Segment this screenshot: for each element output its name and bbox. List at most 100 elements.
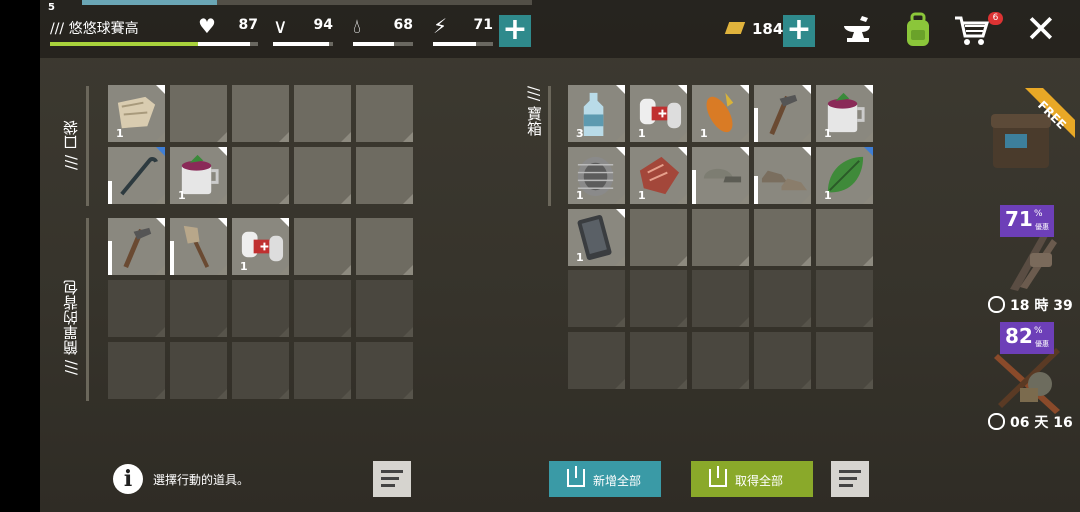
durability-bar: [692, 169, 696, 204]
slot-corner-marker: [156, 218, 165, 227]
chest-slot[interactable]: [754, 209, 811, 266]
add-energy-button[interactable]: +: [499, 15, 531, 47]
backpack-slot[interactable]: [356, 218, 413, 275]
action-hint: 選擇行動的道具。: [153, 473, 250, 487]
pocket-slot[interactable]: [294, 85, 351, 142]
chest-locked-slot: [754, 270, 811, 327]
chest-slot[interactable]: 1: [568, 209, 625, 266]
water-bar: [353, 42, 394, 46]
pocket-slot[interactable]: [232, 147, 289, 204]
shopping-cart-icon[interactable]: [952, 10, 992, 50]
player-name[interactable]: /// 悠悠球賽高: [50, 18, 139, 38]
health-bar: [198, 42, 251, 46]
durability-bar: [754, 175, 758, 204]
add-all-button[interactable]: 新增全部: [549, 461, 661, 497]
item-count: 1: [178, 189, 186, 202]
chest-locked-slot: [754, 332, 811, 389]
item-count: 1: [638, 127, 646, 140]
slot-corner-marker: [218, 147, 227, 156]
chest-slot[interactable]: 1: [692, 85, 749, 142]
chest-slot[interactable]: [692, 209, 749, 266]
item-count: 1: [240, 260, 248, 273]
pocket-slot[interactable]: [294, 147, 351, 204]
game-screen: 5 /// 悠悠球賽高 ♥ 87 ∨ 94 💧︎ 68 ⚡︎ 71 + 184 …: [40, 0, 1080, 512]
item-count: 1: [638, 189, 646, 202]
free-chest-offer[interactable]: [985, 88, 1075, 178]
chest-locked-slot: [630, 332, 687, 389]
chest-locked-slot: [568, 332, 625, 389]
energy-icon: ⚡︎: [433, 14, 448, 38]
backpack-slot[interactable]: [170, 218, 227, 275]
heart-icon: ♥: [198, 14, 216, 38]
player-level: 5: [48, 2, 55, 13]
backpack-locked-slot: [356, 280, 413, 337]
chest-locked-slot: [692, 332, 749, 389]
info-icon[interactable]: i: [113, 464, 143, 494]
chest-grid: 3 1 1 1 1 1 1 1: [568, 85, 873, 266]
slot-corner-marker: [864, 147, 873, 156]
backpack-locked-slot: [170, 280, 227, 337]
chest-divider: [548, 86, 551, 206]
backpack-icon[interactable]: [898, 10, 938, 50]
backpack-slot[interactable]: [294, 218, 351, 275]
chest-locked-slot: [816, 270, 873, 327]
broom-icon: [183, 225, 210, 268]
durability-bar: [754, 107, 758, 142]
discount-badge-1: 71% 優惠: [1000, 205, 1054, 237]
chest-slot[interactable]: 3: [568, 85, 625, 142]
water-value: 68: [393, 17, 413, 33]
chest-slot[interactable]: 1: [630, 147, 687, 204]
offer-1-timer: 18 時 39: [988, 295, 1073, 315]
slot-corner-marker: [740, 147, 749, 156]
backpack-slot[interactable]: [108, 218, 165, 275]
discount-badge-2: 82% 優惠: [1000, 322, 1054, 354]
pocket-slot[interactable]: [108, 147, 165, 204]
chest-locked-slot: [692, 270, 749, 327]
clock-icon: [988, 413, 1005, 430]
pocket-slot[interactable]: [356, 147, 413, 204]
weapon-cache-icon: [994, 348, 1060, 414]
chest-slot[interactable]: [692, 147, 749, 204]
chest-slot[interactable]: [630, 209, 687, 266]
hoe-icon: [769, 94, 798, 136]
pocket-slot[interactable]: 1: [170, 147, 227, 204]
chest-slot[interactable]: 1: [630, 85, 687, 142]
chest-slot[interactable]: 1: [816, 85, 873, 142]
item-count: 1: [576, 251, 584, 264]
sort-left-button[interactable]: [373, 461, 411, 497]
durability-bar: [108, 181, 112, 204]
backpack-slot[interactable]: 1: [232, 218, 289, 275]
pocket-slot[interactable]: 1: [108, 85, 165, 142]
anvil-icon[interactable]: [838, 10, 878, 50]
item-count: 1: [116, 127, 124, 140]
chest-slot[interactable]: 1: [568, 147, 625, 204]
sort-right-button[interactable]: [831, 461, 869, 497]
pocket-slot[interactable]: [356, 85, 413, 142]
weapon-offer-2[interactable]: 82% 優惠 06 天 16: [988, 322, 1073, 432]
close-icon[interactable]: ✕: [1025, 10, 1057, 48]
chest-label: /// 寶箱: [525, 86, 543, 136]
pocket-slot[interactable]: [232, 85, 289, 142]
chest-locked-slot: [568, 270, 625, 327]
durability-bar: [170, 240, 174, 275]
pocket-slot[interactable]: [170, 85, 227, 142]
weapon-offer-1[interactable]: 71% 優惠 18 時 39: [988, 205, 1073, 315]
water-drop-icon: 💧︎: [353, 14, 361, 38]
chest-slot[interactable]: [754, 85, 811, 142]
offer-2-timer: 06 天 16: [988, 412, 1073, 432]
buy-gold-button[interactable]: +: [783, 15, 815, 47]
slot-corner-marker: [156, 147, 165, 156]
take-all-button[interactable]: 取得全部: [691, 461, 813, 497]
xp-bar: [82, 0, 532, 5]
xp-bar-fill: [82, 0, 217, 5]
backpack-label: /// 簡單的背包: [62, 280, 80, 375]
chest-slot[interactable]: [816, 209, 873, 266]
cap-icon: [703, 168, 742, 183]
chest-slot[interactable]: 1: [816, 147, 873, 204]
slot-corner-marker: [678, 147, 687, 156]
hoe-icon: [123, 227, 152, 269]
stomach-icon: ∨: [273, 14, 288, 38]
chest-slot[interactable]: [754, 147, 811, 204]
food-stat: ∨ 94: [273, 14, 333, 48]
item-count: 1: [700, 127, 708, 140]
